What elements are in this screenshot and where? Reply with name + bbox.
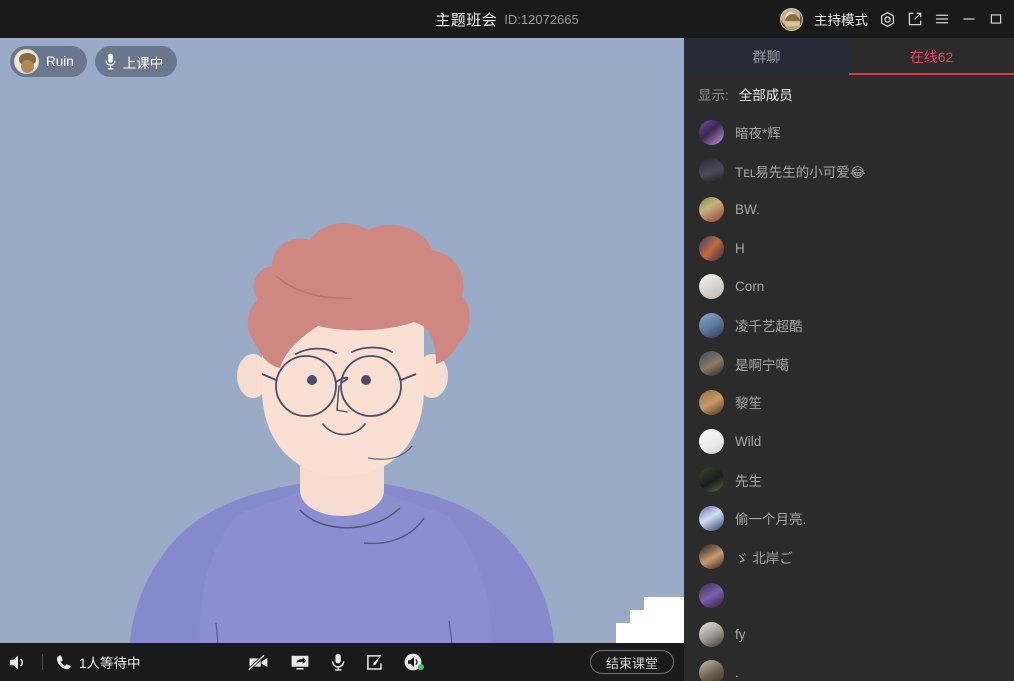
class-status-badge[interactable]: 上课中 <box>94 46 178 77</box>
list-item[interactable]: 凌千艺超酷 <box>684 306 1014 345</box>
list-item[interactable]: ゞ 北岸ご <box>684 538 1014 577</box>
member-name: 凌千艺超酷 <box>735 319 803 335</box>
list-item[interactable]: fy <box>684 615 1014 654</box>
member-name: 偷一个月亮. <box>735 512 807 528</box>
screen-share-icon[interactable] <box>290 654 310 671</box>
avatar <box>699 582 724 608</box>
bottom-toolbar: 1人等待中 结束课堂 <box>0 643 684 681</box>
speaker-name: Ruin <box>46 54 74 69</box>
phone-icon <box>55 654 72 671</box>
member-filter-row: 显示: 全部成员 <box>684 75 1014 113</box>
class-status-label: 上课中 <box>122 55 164 71</box>
member-name: Wild <box>735 433 762 449</box>
tab-online-members-label: 在线62 <box>909 48 954 65</box>
speaker-badge[interactable]: Ruin <box>10 46 87 77</box>
avatar <box>699 467 724 493</box>
list-item[interactable]: 先生 <box>684 460 1014 499</box>
list-item[interactable]: BW. <box>684 190 1014 229</box>
maximize-icon[interactable] <box>988 11 1004 27</box>
list-item[interactable]: 黎笙 <box>684 383 1014 422</box>
member-name: 暗夜*辉 <box>735 126 781 142</box>
camera-off-icon[interactable] <box>248 653 269 671</box>
audio-share-icon[interactable] <box>404 653 424 671</box>
avatar <box>699 158 724 184</box>
waiting-status[interactable]: 1人等待中 <box>55 652 141 672</box>
title-bar-actions: 主持模式 <box>780 0 1004 38</box>
list-item[interactable]: Wild <box>684 422 1014 461</box>
member-name: . <box>735 665 739 681</box>
list-item[interactable]: 偷一个月亮. <box>684 499 1014 538</box>
avatar <box>699 428 724 454</box>
host-mode-label[interactable]: 主持模式 <box>814 9 868 29</box>
tab-group-chat[interactable]: 群聊 <box>684 38 849 75</box>
list-item[interactable] <box>684 576 1014 615</box>
microphone-icon[interactable] <box>331 653 345 671</box>
list-item[interactable]: Corn <box>684 267 1014 306</box>
record-icon[interactable] <box>879 11 896 28</box>
member-name: Tᴇʟ易先生的小可爱😂 <box>735 164 866 180</box>
tab-group-chat-label: 群聊 <box>752 48 781 65</box>
meeting-id: ID:12072665 <box>504 11 579 27</box>
member-name: ゞ 北岸ご <box>735 550 793 566</box>
avatar <box>699 312 724 338</box>
waiting-count-label: 1人等待中 <box>79 656 141 671</box>
avatar <box>699 235 724 261</box>
member-name: BW. <box>735 201 760 217</box>
avatar <box>699 351 724 377</box>
filter-label: 显示: <box>698 88 729 103</box>
member-name: 黎笙 <box>735 396 762 412</box>
popout-icon[interactable] <box>907 11 923 27</box>
avatar <box>699 119 724 145</box>
media-controls <box>248 643 424 681</box>
minimize-icon[interactable] <box>961 11 977 27</box>
member-name: fy <box>735 626 746 642</box>
avatar <box>699 544 724 570</box>
avatar <box>699 621 724 647</box>
list-item[interactable]: 是啊宁噶 <box>684 345 1014 384</box>
page-title: 主题班会 <box>435 11 498 29</box>
menu-icon[interactable] <box>934 11 950 27</box>
stage-badges: Ruin 上课中 <box>10 46 178 77</box>
toolbar-divider <box>42 654 43 670</box>
avatar <box>699 389 724 415</box>
list-item[interactable]: . <box>684 653 1014 681</box>
avatar <box>699 660 724 681</box>
member-name: 先生 <box>735 473 762 489</box>
avatar <box>699 196 724 222</box>
avatar <box>699 274 724 300</box>
avatar <box>699 505 724 531</box>
list-item[interactable]: Tᴇʟ易先生的小可爱😂 <box>684 152 1014 191</box>
side-panel: 群聊 在线62 显示: 全部成员 暗夜*辉 Tᴇʟ易先生的小可爱😂 BW. H Corn… <box>684 38 1014 681</box>
member-name: Corn <box>735 279 765 295</box>
member-list[interactable]: 暗夜*辉 Tᴇʟ易先生的小可爱😂 BW. H Corn 凌千艺超酷是啊宁噶黎笙 Wild 先生… <box>684 113 1014 681</box>
list-item[interactable]: H <box>684 229 1014 268</box>
whiteboard-icon[interactable] <box>366 654 383 671</box>
volume-icon[interactable] <box>9 654 29 671</box>
stair-step-overlay <box>616 597 684 643</box>
active-indicator-dot <box>418 664 424 670</box>
participant-illustration <box>0 38 684 643</box>
video-stage[interactable]: Ruin 上课中 <box>0 38 684 643</box>
member-name: H <box>735 240 745 256</box>
microphone-icon <box>105 53 116 70</box>
filter-value[interactable]: 全部成员 <box>739 84 793 104</box>
end-class-button[interactable]: 结束课堂 <box>589 650 674 674</box>
panel-tabs: 群聊 在线62 <box>684 38 1014 75</box>
speaker-avatar <box>14 49 39 74</box>
list-item[interactable]: 暗夜*辉 <box>684 113 1014 152</box>
member-name: 是啊宁噶 <box>735 357 789 373</box>
avatar[interactable] <box>780 7 803 31</box>
tab-online-members[interactable]: 在线62 <box>849 38 1014 75</box>
title-bar: 主题班会 ID:12072665 主持模式 <box>0 0 1014 38</box>
app-window: 主题班会 ID:12072665 主持模式 Ruin 上课中 1人等待中 结束课… <box>0 0 1014 681</box>
